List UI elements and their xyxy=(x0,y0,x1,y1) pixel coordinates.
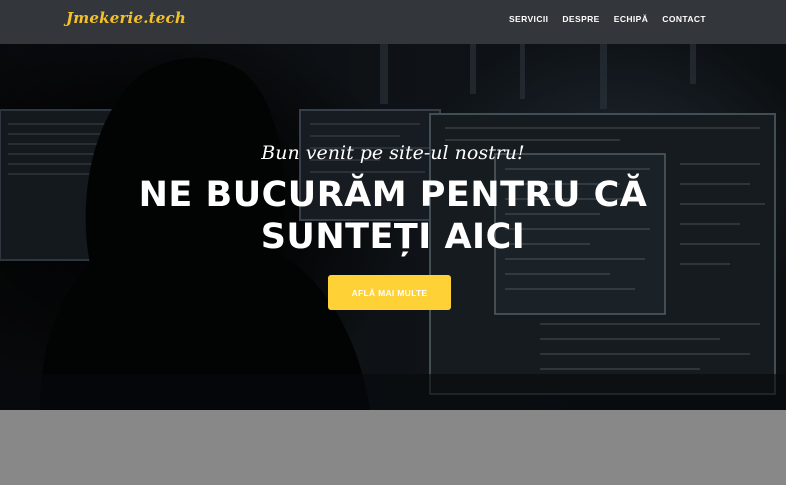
hero-title: NE BUCURĂM PENTRU CĂ SUNTEȚI AICI xyxy=(93,174,693,258)
hero-title-line2: SUNTEȚI AICI xyxy=(260,217,526,257)
hero-section: Bun venit pe site-ul nostru! NE BUCURĂM … xyxy=(0,44,786,410)
hero-subtitle: Bun venit pe site-ul nostru! xyxy=(261,142,525,164)
hero-title-line1: NE BUCURĂM PENTRU CĂ xyxy=(138,175,648,215)
hero-content: Bun venit pe site-ul nostru! NE BUCURĂM … xyxy=(0,44,786,410)
top-navbar: Jmekerie.tech SERVICII DESPRE ECHIPĂ CON… xyxy=(0,0,786,44)
learn-more-button[interactable]: AFLĂ MAI MULTE xyxy=(328,275,451,310)
nav-link-despre[interactable]: DESPRE xyxy=(562,14,599,24)
nav-link-servicii[interactable]: SERVICII xyxy=(509,14,548,24)
nav-link-contact[interactable]: CONTACT xyxy=(662,14,706,24)
nav-links: SERVICII DESPRE ECHIPĂ CONTACT xyxy=(509,14,706,24)
nav-link-echipa[interactable]: ECHIPĂ xyxy=(614,14,649,24)
next-section xyxy=(0,410,786,485)
brand-logo[interactable]: Jmekerie.tech xyxy=(66,9,186,27)
